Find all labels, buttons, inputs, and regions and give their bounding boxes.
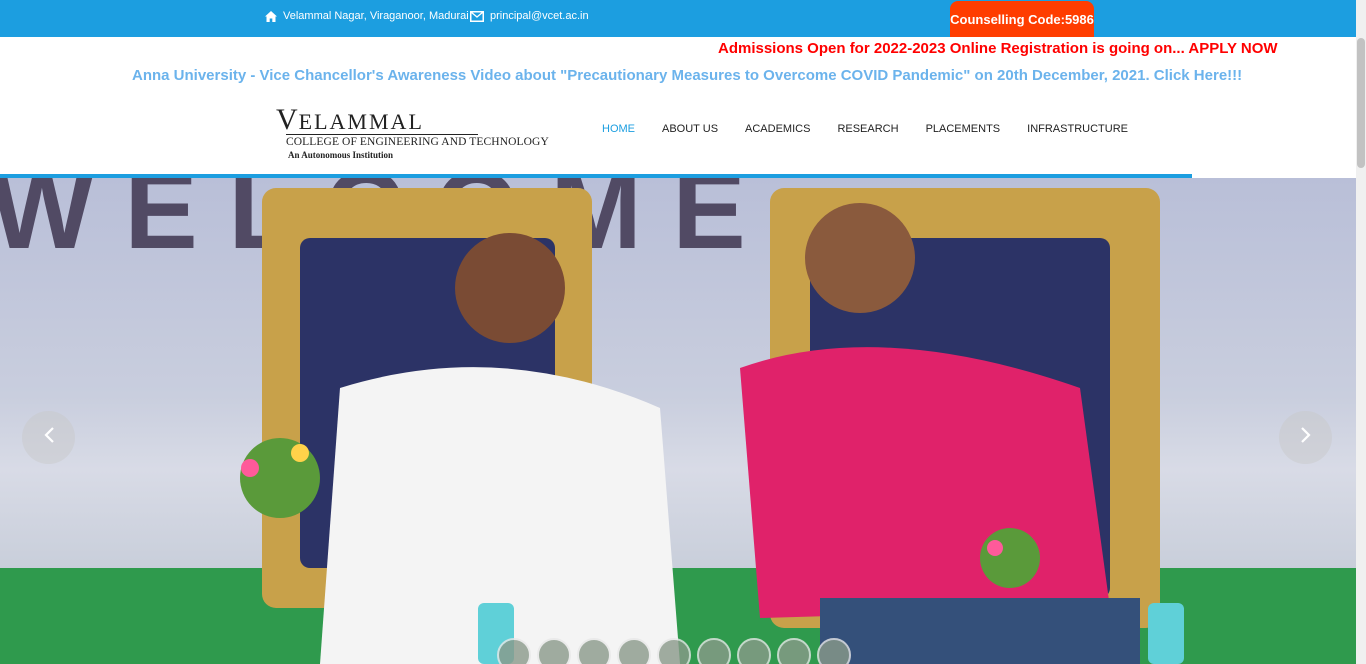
top-info-bar: Velammal Nagar, Viraganoor, Madurai prin… bbox=[0, 0, 1356, 37]
logo-rule bbox=[286, 134, 478, 135]
page-scrollbar[interactable] bbox=[1356, 0, 1366, 664]
nav-academics[interactable]: ACADEMICS bbox=[745, 123, 810, 135]
scrollbar-thumb[interactable] bbox=[1357, 38, 1365, 168]
slider-thumbnail[interactable] bbox=[657, 638, 691, 664]
slider-thumbnail[interactable] bbox=[777, 638, 811, 664]
counselling-code-badge[interactable]: Counselling Code:5986 bbox=[950, 1, 1094, 37]
slider-thumbnail[interactable] bbox=[737, 638, 771, 664]
nav-research[interactable]: RESEARCH bbox=[837, 123, 898, 135]
main-nav: HOME ABOUT US ACADEMICS RESEARCH PLACEME… bbox=[602, 123, 1128, 135]
email-info[interactable]: principal@vcet.ac.in bbox=[470, 10, 589, 22]
email-link[interactable]: principal@vcet.ac.in bbox=[490, 10, 589, 22]
nav-infrastructure[interactable]: INFRASTRUCTURE bbox=[1027, 123, 1128, 135]
logo-subtitle: COLLEGE OF ENGINEERING AND TECHNOLOGY bbox=[286, 136, 549, 148]
home-icon bbox=[265, 10, 277, 22]
slider-prev-button[interactable] bbox=[22, 411, 75, 464]
nav-placements[interactable]: PLACEMENTS bbox=[926, 123, 1001, 135]
admissions-announcement[interactable]: Admissions Open for 2022-2023 Online Reg… bbox=[718, 40, 1278, 57]
logo-tagline: An Autonomous Institution bbox=[288, 150, 394, 160]
slider-thumbnail[interactable] bbox=[537, 638, 571, 664]
nav-home[interactable]: HOME bbox=[602, 123, 635, 135]
covid-awareness-link[interactable]: Anna University - Vice Chancellor's Awar… bbox=[132, 67, 1242, 84]
slide-image: W E L C O M E bbox=[0, 178, 1356, 664]
slider-next-button[interactable] bbox=[1279, 411, 1332, 464]
nav-about-us[interactable]: ABOUT US bbox=[662, 123, 718, 135]
slider-thumbnail[interactable] bbox=[817, 638, 851, 664]
slider-thumbnail[interactable] bbox=[577, 638, 611, 664]
address-text: Velammal Nagar, Viraganoor, Madurai bbox=[283, 10, 469, 22]
slider-thumbnail[interactable] bbox=[617, 638, 651, 664]
slider-thumbnails bbox=[497, 638, 851, 664]
envelope-icon bbox=[470, 10, 484, 22]
chevron-right-icon bbox=[1300, 426, 1312, 449]
slider-thumbnail[interactable] bbox=[497, 638, 531, 664]
hero-slider[interactable]: W E L C O M E bbox=[0, 178, 1356, 664]
address-info: Velammal Nagar, Viraganoor, Madurai bbox=[265, 10, 469, 22]
chevron-left-icon bbox=[43, 426, 55, 449]
college-logo[interactable]: VELAMMAL COLLEGE OF ENGINEERING AND TECH… bbox=[276, 103, 576, 163]
logo-wordmark: VELAMMAL bbox=[276, 103, 424, 136]
slider-thumbnail[interactable] bbox=[697, 638, 731, 664]
